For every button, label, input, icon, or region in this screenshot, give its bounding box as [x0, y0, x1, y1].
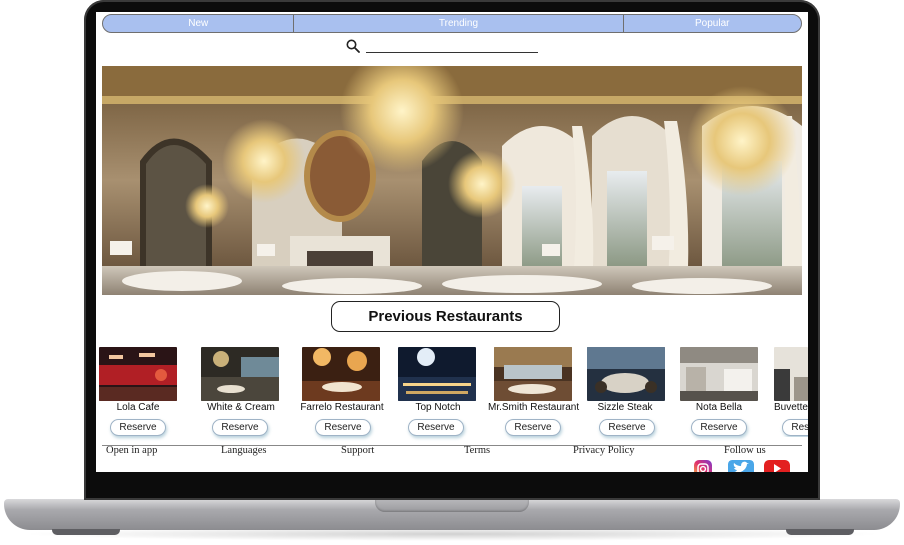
- tab-new[interactable]: New: [103, 15, 293, 32]
- restaurant-name: Buvette: [774, 402, 808, 413]
- top-nav: New Trending Popular: [102, 14, 802, 33]
- restaurant-name: White & Cream: [207, 402, 275, 413]
- restaurant-thumbnail[interactable]: [201, 347, 279, 401]
- previous-restaurants-title: Previous Restaurants: [331, 301, 560, 332]
- footer-link-privacy-policy[interactable]: Privacy Policy: [573, 445, 635, 456]
- restaurant-thumbnail[interactable]: [587, 347, 665, 401]
- reserve-button[interactable]: Reserve: [315, 419, 371, 436]
- search-bar: [346, 39, 546, 55]
- restaurant-name: Mr.Smith Restaurant: [488, 402, 580, 413]
- screen: New Trending Popular Previous Restaurant…: [96, 12, 808, 472]
- restaurant-name: Nota Bella: [695, 402, 743, 413]
- youtube-icon[interactable]: [764, 460, 790, 472]
- restaurant-thumbnail[interactable]: [398, 347, 476, 401]
- restaurant-thumbnail[interactable]: [680, 347, 758, 401]
- restaurant-thumbnail[interactable]: [774, 347, 808, 401]
- footer-link-open-in-app[interactable]: Open in app: [106, 445, 157, 456]
- footer-link-support[interactable]: Support: [341, 445, 374, 456]
- laptop-foot-right: [786, 529, 854, 535]
- reserve-button[interactable]: Reserve: [691, 419, 747, 436]
- tab-popular[interactable]: Popular: [622, 15, 801, 32]
- restaurant-thumbnail[interactable]: [99, 347, 177, 401]
- reserve-button[interactable]: Reserve: [782, 419, 808, 436]
- laptop-hinge-notch: [375, 499, 529, 512]
- reserve-button[interactable]: Reserve: [212, 419, 268, 436]
- footer-divider: [102, 445, 802, 446]
- restaurant-name: Top Notch: [415, 402, 461, 413]
- laptop-foot-left: [52, 529, 120, 535]
- reserve-button[interactable]: Reserve: [505, 419, 561, 436]
- follow-us-label: Follow us: [724, 445, 766, 456]
- footer-link-languages[interactable]: Languages: [221, 445, 266, 456]
- search-input[interactable]: [366, 39, 538, 53]
- restaurant-thumbnail[interactable]: [494, 347, 572, 401]
- restaurant-card[interactable]: Buvette Reserve: [768, 347, 808, 437]
- restaurant-name: Farrelo Restaurant: [300, 402, 384, 413]
- reserve-button[interactable]: Reserve: [408, 419, 464, 436]
- hero-image: [102, 66, 802, 295]
- instagram-icon[interactable]: [692, 460, 714, 472]
- footer-link-terms[interactable]: Terms: [464, 445, 490, 456]
- search-icon[interactable]: [346, 39, 360, 53]
- reserve-button[interactable]: Reserve: [110, 419, 166, 436]
- restaurant-name: Sizzle Steak: [597, 402, 653, 413]
- twitter-icon[interactable]: [728, 460, 754, 472]
- reserve-button[interactable]: Reserve: [599, 419, 655, 436]
- restaurant-thumbnail[interactable]: [302, 347, 380, 401]
- restaurant-name: Lola Cafe: [116, 402, 160, 413]
- tab-trending[interactable]: Trending: [293, 15, 622, 32]
